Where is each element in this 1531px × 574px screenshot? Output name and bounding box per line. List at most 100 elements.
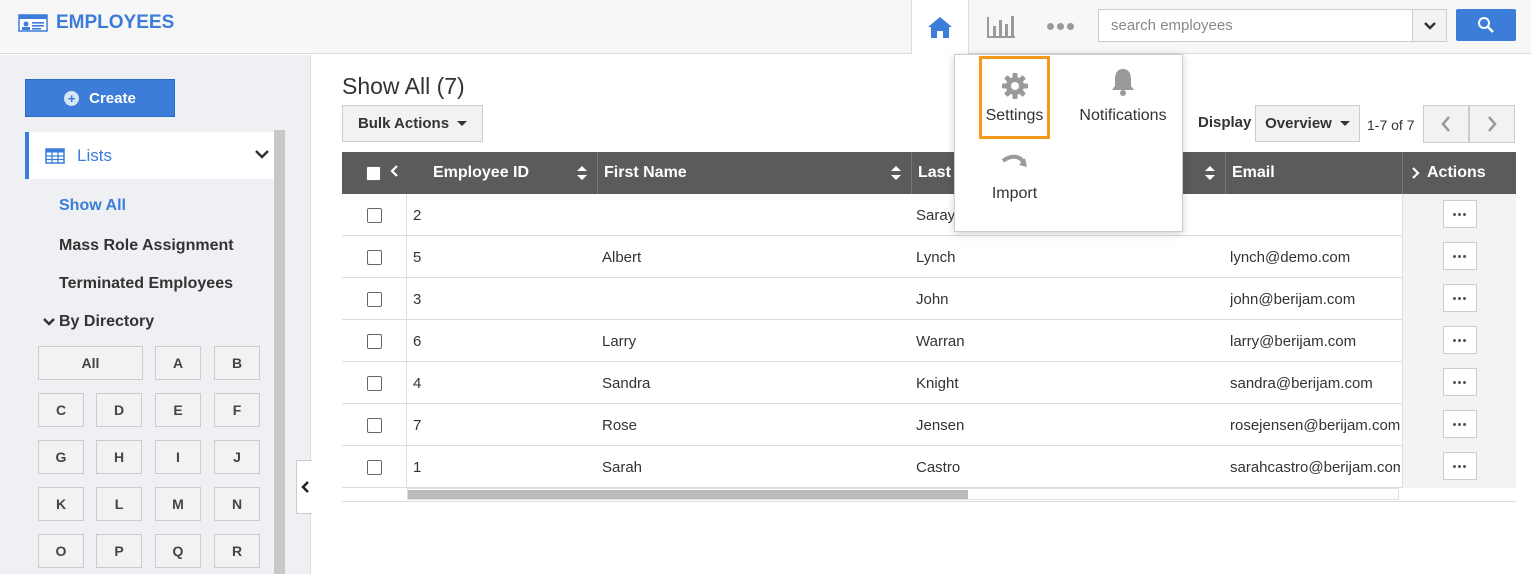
lists-section-toggle[interactable]: Lists bbox=[25, 132, 274, 179]
column-header-actions[interactable]: Actions bbox=[1402, 152, 1516, 194]
search-input[interactable] bbox=[1099, 10, 1412, 41]
column-header-employee-id[interactable]: Employee ID bbox=[407, 152, 597, 194]
cell-last: Warran bbox=[916, 332, 965, 350]
directory-letter-q[interactable]: Q bbox=[155, 534, 201, 568]
row-actions-cell bbox=[1402, 446, 1516, 488]
table-row[interactable]: 7 Rose Jensen rosejensen@berijam.com bbox=[342, 404, 1516, 446]
bar-chart-icon bbox=[987, 16, 1015, 38]
settings-menu-item[interactable]: Settings bbox=[979, 56, 1050, 139]
directory-letter-f[interactable]: F bbox=[214, 393, 260, 427]
row-checkbox[interactable] bbox=[366, 417, 382, 433]
display-select[interactable]: Overview bbox=[1255, 105, 1360, 142]
row-more-actions-button[interactable] bbox=[1442, 452, 1477, 480]
by-directory-toggle[interactable]: By Directory bbox=[42, 313, 154, 331]
directory-letter-e[interactable]: E bbox=[155, 393, 201, 427]
directory-letter-k[interactable]: K bbox=[38, 487, 84, 521]
row-more-actions-button[interactable] bbox=[1442, 326, 1477, 354]
directory-letter-h[interactable]: H bbox=[96, 440, 142, 474]
row-select-cell bbox=[342, 446, 407, 488]
cell-email: sarahcastro@berijam.com bbox=[1230, 458, 1400, 476]
directory-letter-a[interactable]: A bbox=[155, 346, 201, 380]
home-tab[interactable] bbox=[911, 0, 969, 54]
table-row[interactable]: 5 Albert Lynch lynch@demo.com bbox=[342, 236, 1516, 278]
dot bbox=[1458, 338, 1461, 342]
directory-letter-o[interactable]: O bbox=[38, 534, 84, 568]
collapse-sidebar-button[interactable] bbox=[296, 460, 312, 514]
row-checkbox[interactable] bbox=[366, 291, 382, 307]
create-label: Create bbox=[89, 89, 136, 107]
column-header-first-name[interactable]: First Name bbox=[597, 152, 911, 194]
sidebar-item-show-all[interactable]: Show All bbox=[59, 197, 126, 215]
column-label: Last bbox=[918, 164, 951, 181]
row-checkbox[interactable] bbox=[366, 333, 382, 349]
sidebar-item-mass-role-assignment[interactable]: Mass Role Assignment bbox=[59, 237, 234, 255]
dot bbox=[1463, 212, 1466, 216]
directory-letter-r[interactable]: R bbox=[214, 534, 260, 568]
directory-letter-m[interactable]: M bbox=[155, 487, 201, 521]
more-icon[interactable] bbox=[1040, 10, 1080, 42]
sort-icon bbox=[577, 166, 587, 180]
table-row[interactable]: 6 Larry Warran larry@berijam.com bbox=[342, 320, 1516, 362]
display-value: Overview bbox=[1265, 115, 1332, 132]
row-more-actions-button[interactable] bbox=[1442, 200, 1477, 228]
table-row[interactable]: 1 Sarah Castro sarahcastro@berijam.com bbox=[342, 446, 1516, 488]
row-actions-cell bbox=[1402, 236, 1516, 278]
header-select-cell bbox=[342, 152, 407, 194]
search-options-dropdown[interactable] bbox=[1412, 10, 1446, 41]
chevron-right-icon bbox=[1488, 116, 1497, 132]
directory-letter-b[interactable]: B bbox=[214, 346, 260, 380]
row-more-actions-button[interactable] bbox=[1442, 242, 1477, 270]
row-more-actions-button[interactable] bbox=[1442, 368, 1477, 396]
dot bbox=[1463, 296, 1466, 300]
chevron-down-icon bbox=[43, 318, 55, 326]
scrollbar-thumb[interactable] bbox=[408, 490, 968, 499]
cell-id: 7 bbox=[413, 416, 422, 434]
pagination-status: 1-7 of 7 bbox=[1367, 117, 1415, 133]
table-row[interactable]: 4 Sandra Knight sandra@berijam.com bbox=[342, 362, 1516, 404]
table-row[interactable]: 3 John john@berijam.com bbox=[342, 278, 1516, 320]
bulk-actions-button[interactable]: Bulk Actions bbox=[342, 105, 483, 142]
column-header-email[interactable]: Email bbox=[1225, 152, 1402, 194]
caret-down-icon bbox=[457, 121, 468, 126]
table-row[interactable]: 2 Saray bbox=[342, 194, 1516, 236]
charts-tab[interactable] bbox=[984, 10, 1018, 42]
directory-letter-i[interactable]: I bbox=[155, 440, 201, 474]
row-checkbox[interactable] bbox=[366, 249, 382, 265]
row-more-actions-button[interactable] bbox=[1442, 410, 1477, 438]
chevron-left-icon[interactable] bbox=[389, 164, 399, 178]
app-title-text: EMPLOYEES bbox=[56, 12, 175, 33]
select-all-checkbox[interactable] bbox=[366, 165, 381, 181]
previous-page-button[interactable] bbox=[1423, 105, 1469, 143]
row-checkbox[interactable] bbox=[366, 459, 382, 475]
import-menu-item[interactable]: Import bbox=[979, 153, 1050, 203]
sidebar-item-terminated-employees[interactable]: Terminated Employees bbox=[59, 275, 233, 293]
cell-email: lynch@demo.com bbox=[1230, 248, 1351, 266]
next-page-button[interactable] bbox=[1469, 105, 1515, 143]
row-actions-cell bbox=[1402, 362, 1516, 404]
directory-letter-l[interactable]: L bbox=[96, 487, 142, 521]
directory-letter-j[interactable]: J bbox=[214, 440, 260, 474]
directory-letter-all[interactable]: All bbox=[38, 346, 143, 380]
horizontal-scrollbar[interactable] bbox=[407, 488, 1399, 500]
column-label: Employee ID bbox=[433, 164, 530, 181]
search-button[interactable] bbox=[1456, 9, 1516, 41]
caret-down-icon bbox=[1339, 121, 1350, 126]
dot bbox=[1458, 422, 1461, 426]
create-button[interactable]: + Create bbox=[25, 79, 175, 117]
directory-letter-c[interactable]: C bbox=[38, 393, 84, 427]
directory-letter-p[interactable]: P bbox=[96, 534, 142, 568]
cell-first bbox=[602, 194, 902, 236]
row-checkbox[interactable] bbox=[366, 375, 382, 391]
cell-last: John bbox=[916, 290, 949, 308]
sidebar-scrollbar[interactable] bbox=[274, 130, 285, 574]
row-checkbox[interactable] bbox=[366, 207, 382, 223]
directory-letter-n[interactable]: N bbox=[214, 487, 260, 521]
notifications-menu-item[interactable]: Notifications bbox=[1073, 67, 1173, 125]
cell-email: sandra@berijam.com bbox=[1230, 374, 1373, 392]
cell-id: 6 bbox=[413, 332, 422, 350]
cell-first: Sandra bbox=[602, 374, 651, 392]
directory-letter-g[interactable]: G bbox=[38, 440, 84, 474]
row-more-actions-button[interactable] bbox=[1442, 284, 1477, 312]
directory-letter-d[interactable]: D bbox=[96, 393, 142, 427]
dot bbox=[1453, 338, 1456, 342]
